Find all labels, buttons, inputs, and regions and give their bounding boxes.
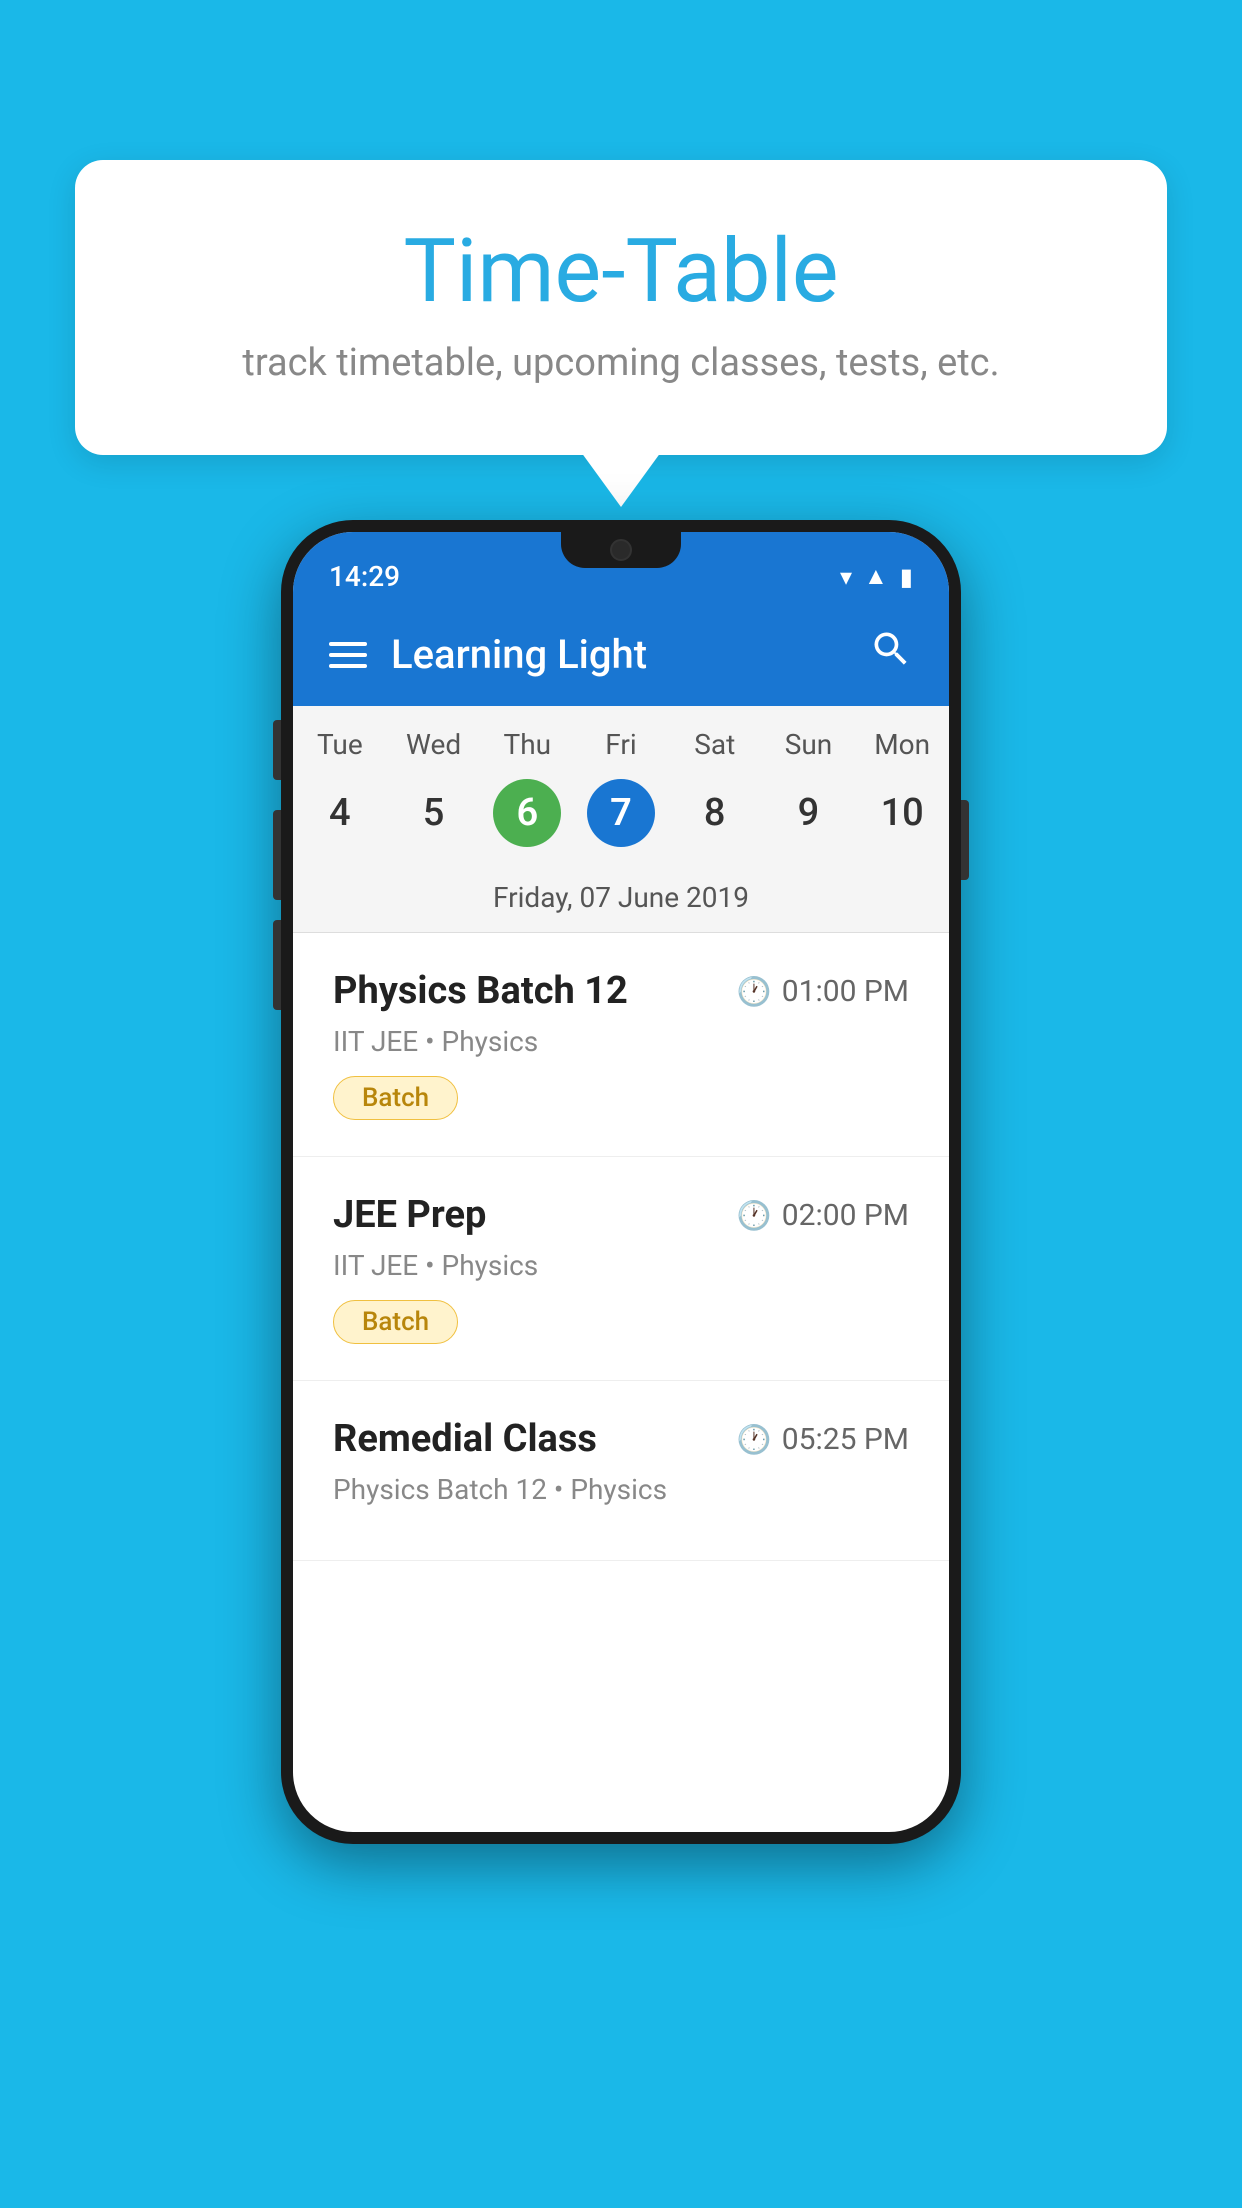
date-7-circle: 7 bbox=[587, 779, 655, 847]
schedule-item-3[interactable]: Remedial Class 🕐 05:25 PM Physics Batch … bbox=[293, 1381, 949, 1561]
weekday-mon: Mon bbox=[855, 706, 949, 771]
clock-icon-3: 🕐 bbox=[737, 1423, 772, 1456]
clock-icon-2: 🕐 bbox=[737, 1199, 772, 1232]
schedule-item-1-header: Physics Batch 12 🕐 01:00 PM bbox=[333, 969, 909, 1013]
bubble-title: Time-Table bbox=[155, 220, 1087, 323]
volume-up-button bbox=[273, 810, 281, 900]
volume-down-button bbox=[273, 920, 281, 1010]
hamburger-line-3 bbox=[329, 664, 367, 668]
schedule-item-1-subtitle: IIT JEE • Physics bbox=[333, 1025, 909, 1058]
schedule-item-2-time: 🕐 02:00 PM bbox=[737, 1198, 909, 1233]
schedule-item-2-subtitle: IIT JEE • Physics bbox=[333, 1249, 909, 1282]
clock-icon-1: 🕐 bbox=[737, 975, 772, 1008]
schedule-item-2-title: JEE Prep bbox=[333, 1193, 486, 1237]
date-6[interactable]: 6 bbox=[480, 771, 574, 855]
weekday-tue: Tue bbox=[293, 706, 387, 771]
app-bar-left: Learning Light bbox=[329, 631, 647, 678]
hamburger-line-2 bbox=[329, 653, 367, 657]
bubble-subtitle: track timetable, upcoming classes, tests… bbox=[155, 341, 1087, 385]
schedule-item-3-subtitle: Physics Batch 12 • Physics bbox=[333, 1473, 909, 1506]
date-9[interactable]: 9 bbox=[762, 771, 856, 855]
signal-icon: ▲ bbox=[864, 562, 888, 591]
weekday-sat: Sat bbox=[668, 706, 762, 771]
wifi-icon: ▾ bbox=[840, 563, 852, 591]
schedule-item-1-time: 🕐 01:00 PM bbox=[737, 974, 909, 1009]
weekday-row: Tue Wed Thu Fri Sat Sun Mon bbox=[293, 706, 949, 771]
phone-container: 14:29 ▾ ▲ ▮ Learn bbox=[75, 520, 1167, 1844]
phone-mockup: 14:29 ▾ ▲ ▮ Learn bbox=[281, 520, 961, 1844]
date-8[interactable]: 8 bbox=[668, 771, 762, 855]
speech-bubble: Time-Table track timetable, upcoming cla… bbox=[75, 160, 1167, 455]
power-button bbox=[961, 800, 969, 880]
date-5[interactable]: 5 bbox=[387, 771, 481, 855]
weekday-wed: Wed bbox=[387, 706, 481, 771]
date-10[interactable]: 10 bbox=[855, 771, 949, 855]
schedule-item-1[interactable]: Physics Batch 12 🕐 01:00 PM IIT JEE • Ph… bbox=[293, 933, 949, 1157]
schedule-list: Physics Batch 12 🕐 01:00 PM IIT JEE • Ph… bbox=[293, 933, 949, 1561]
schedule-item-2[interactable]: JEE Prep 🕐 02:00 PM IIT JEE • Physics Ba… bbox=[293, 1157, 949, 1381]
status-time: 14:29 bbox=[329, 560, 400, 593]
weekday-thu: Thu bbox=[480, 706, 574, 771]
weekday-fri: Fri bbox=[574, 706, 668, 771]
batch-badge-2: Batch bbox=[333, 1300, 458, 1344]
phone-notch bbox=[561, 532, 681, 568]
schedule-item-3-header: Remedial Class 🕐 05:25 PM bbox=[333, 1417, 909, 1461]
volume-silent-button bbox=[273, 720, 281, 780]
date-6-circle: 6 bbox=[493, 779, 561, 847]
phone-screen: 14:29 ▾ ▲ ▮ Learn bbox=[293, 532, 949, 1832]
schedule-item-3-title: Remedial Class bbox=[333, 1417, 597, 1461]
battery-icon: ▮ bbox=[900, 563, 913, 591]
date-row: 4 5 6 7 8 9 10 bbox=[293, 771, 949, 871]
date-7[interactable]: 7 bbox=[574, 771, 668, 855]
hamburger-line-1 bbox=[329, 642, 367, 646]
weekday-sun: Sun bbox=[762, 706, 856, 771]
status-icons: ▾ ▲ ▮ bbox=[840, 562, 913, 591]
app-bar: Learning Light bbox=[293, 603, 949, 706]
menu-button[interactable] bbox=[329, 642, 367, 668]
search-button[interactable] bbox=[869, 627, 913, 682]
date-4[interactable]: 4 bbox=[293, 771, 387, 855]
front-camera bbox=[610, 539, 632, 561]
schedule-item-3-time: 🕐 05:25 PM bbox=[737, 1422, 909, 1457]
batch-badge-1: Batch bbox=[333, 1076, 458, 1120]
calendar-section: Tue Wed Thu Fri Sat Sun Mon 4 5 6 7 bbox=[293, 706, 949, 933]
speech-bubble-container: Time-Table track timetable, upcoming cla… bbox=[75, 160, 1167, 455]
selected-date-label: Friday, 07 June 2019 bbox=[293, 871, 949, 933]
schedule-item-1-title: Physics Batch 12 bbox=[333, 969, 628, 1013]
schedule-item-2-header: JEE Prep 🕐 02:00 PM bbox=[333, 1193, 909, 1237]
app-title: Learning Light bbox=[391, 631, 647, 678]
